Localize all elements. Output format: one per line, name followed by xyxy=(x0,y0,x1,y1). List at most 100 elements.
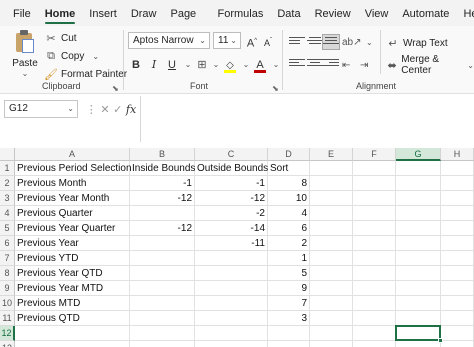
cell-h7[interactable] xyxy=(441,251,474,266)
cell-b8[interactable] xyxy=(130,266,195,281)
cell-e11[interactable] xyxy=(310,311,353,326)
tab-help[interactable]: Help xyxy=(456,0,474,26)
cell-d12[interactable] xyxy=(268,326,310,341)
tab-automate[interactable]: Automate xyxy=(395,0,456,26)
cell-e2[interactable] xyxy=(310,176,353,191)
cell-b13[interactable] xyxy=(130,341,195,347)
column-header-a[interactable]: A xyxy=(15,148,130,161)
cell-d7[interactable]: 1 xyxy=(268,251,310,266)
row-header-4[interactable]: 4 xyxy=(0,206,15,221)
cell-e4[interactable] xyxy=(310,206,353,221)
cell-e13[interactable] xyxy=(310,341,353,347)
bold-button[interactable]: B xyxy=(128,56,144,74)
row-header-2[interactable]: 2 xyxy=(0,176,15,191)
font-name-select[interactable]: Aptos Narrow ⌄ xyxy=(128,32,210,49)
fill-color-button[interactable]: ◇ xyxy=(222,56,238,74)
cell-c11[interactable] xyxy=(195,311,268,326)
cell-f13[interactable] xyxy=(353,341,396,347)
column-header-e[interactable]: E xyxy=(310,148,353,161)
tab-formulas[interactable]: Formulas xyxy=(211,0,271,26)
cell-c4[interactable]: -2 xyxy=(195,206,268,221)
cell-h9[interactable] xyxy=(441,281,474,296)
cell-a7[interactable]: Previous YTD xyxy=(15,251,130,266)
cell-a10[interactable]: Previous MTD xyxy=(15,296,130,311)
cell-a8[interactable]: Previous Year QTD xyxy=(15,266,130,281)
cell-h1[interactable] xyxy=(441,161,474,176)
cell-g7[interactable] xyxy=(396,251,441,266)
name-box[interactable]: G12 ⌄ xyxy=(4,100,78,118)
cell-f2[interactable] xyxy=(353,176,396,191)
chevron-down-icon[interactable]: ⌄ xyxy=(366,34,373,50)
cell-f6[interactable] xyxy=(353,236,396,251)
cell-a4[interactable]: Previous Quarter xyxy=(15,206,130,221)
row-header-3[interactable]: 3 xyxy=(0,191,15,206)
cell-f12[interactable] xyxy=(353,326,396,341)
column-header-d[interactable]: D xyxy=(268,148,310,161)
grow-font-button[interactable]: A^ xyxy=(244,32,260,50)
tab-data[interactable]: Data xyxy=(270,0,307,26)
cell-e1[interactable] xyxy=(310,161,353,176)
align-top-button[interactable] xyxy=(289,35,305,49)
cell-g6[interactable] xyxy=(396,236,441,251)
cell-b9[interactable] xyxy=(130,281,195,296)
cell-f8[interactable] xyxy=(353,266,396,281)
column-header-f[interactable]: F xyxy=(353,148,396,161)
chevron-down-icon[interactable]: ⌄ xyxy=(10,69,40,78)
cell-a5[interactable]: Previous Year Quarter xyxy=(15,221,130,236)
row-header-1[interactable]: 1 xyxy=(0,161,15,176)
cell-b6[interactable] xyxy=(130,236,195,251)
cell-g8[interactable] xyxy=(396,266,441,281)
decrease-indent-icon[interactable]: ⇤ xyxy=(342,57,350,73)
cell-c6[interactable]: -11 xyxy=(195,236,268,251)
cell-f5[interactable] xyxy=(353,221,396,236)
row-header-13[interactable]: 13 xyxy=(0,341,15,347)
cell-e5[interactable] xyxy=(310,221,353,236)
underline-button[interactable]: U xyxy=(164,56,180,74)
cell-h5[interactable] xyxy=(441,221,474,236)
insert-function-icon[interactable]: fx xyxy=(126,103,136,116)
cell-g10[interactable] xyxy=(396,296,441,311)
cell-e8[interactable] xyxy=(310,266,353,281)
cell-b12[interactable] xyxy=(130,326,195,341)
cell-a6[interactable]: Previous Year xyxy=(15,236,130,251)
align-center-button[interactable] xyxy=(307,57,323,71)
cell-h13[interactable] xyxy=(441,341,474,347)
column-header-b[interactable]: B xyxy=(130,148,195,161)
cell-h4[interactable] xyxy=(441,206,474,221)
copy-button[interactable]: ⧉ Copy ⌄ xyxy=(44,48,99,64)
increase-indent-icon[interactable]: ⇥ xyxy=(360,57,368,73)
cell-d11[interactable]: 3 xyxy=(268,311,310,326)
cell-h3[interactable] xyxy=(441,191,474,206)
cell-b5[interactable]: -12 xyxy=(130,221,195,236)
cell-d6[interactable]: 2 xyxy=(268,236,310,251)
cell-c1[interactable]: Outside Bounds xyxy=(195,161,268,176)
row-header-6[interactable]: 6 xyxy=(0,236,15,251)
cell-g3[interactable] xyxy=(396,191,441,206)
font-size-select[interactable]: 11 ⌄ xyxy=(213,32,241,49)
row-header-5[interactable]: 5 xyxy=(0,221,15,236)
cell-g5[interactable] xyxy=(396,221,441,236)
cell-f4[interactable] xyxy=(353,206,396,221)
cell-d5[interactable]: 6 xyxy=(268,221,310,236)
cell-d8[interactable]: 5 xyxy=(268,266,310,281)
wrap-text-button[interactable]: ↵ Wrap Text xyxy=(386,35,447,51)
cell-a9[interactable]: Previous Year MTD xyxy=(15,281,130,296)
row-header-7[interactable]: 7 xyxy=(0,251,15,266)
cell-b3[interactable]: -12 xyxy=(130,191,195,206)
cell-d10[interactable]: 7 xyxy=(268,296,310,311)
tab-view[interactable]: View xyxy=(358,0,396,26)
tab-draw[interactable]: Draw xyxy=(124,0,164,26)
cell-a11[interactable]: Previous QTD xyxy=(15,311,130,326)
merge-center-button[interactable]: ⬌ Merge & Center ⌄ xyxy=(386,54,474,76)
italic-button[interactable]: I xyxy=(146,56,162,74)
cell-b10[interactable] xyxy=(130,296,195,311)
cell-c12[interactable] xyxy=(195,326,268,341)
chevron-down-icon[interactable]: ⌄ xyxy=(467,61,474,70)
cell-c8[interactable] xyxy=(195,266,268,281)
align-bottom-button[interactable] xyxy=(322,34,340,50)
shrink-font-button[interactable]: Aˇ xyxy=(260,32,276,50)
cell-a1[interactable]: Previous Period Selection xyxy=(15,161,132,176)
cell-f7[interactable] xyxy=(353,251,396,266)
tab-home[interactable]: Home xyxy=(38,0,83,26)
cut-button[interactable]: ✂ Cut xyxy=(44,30,76,46)
